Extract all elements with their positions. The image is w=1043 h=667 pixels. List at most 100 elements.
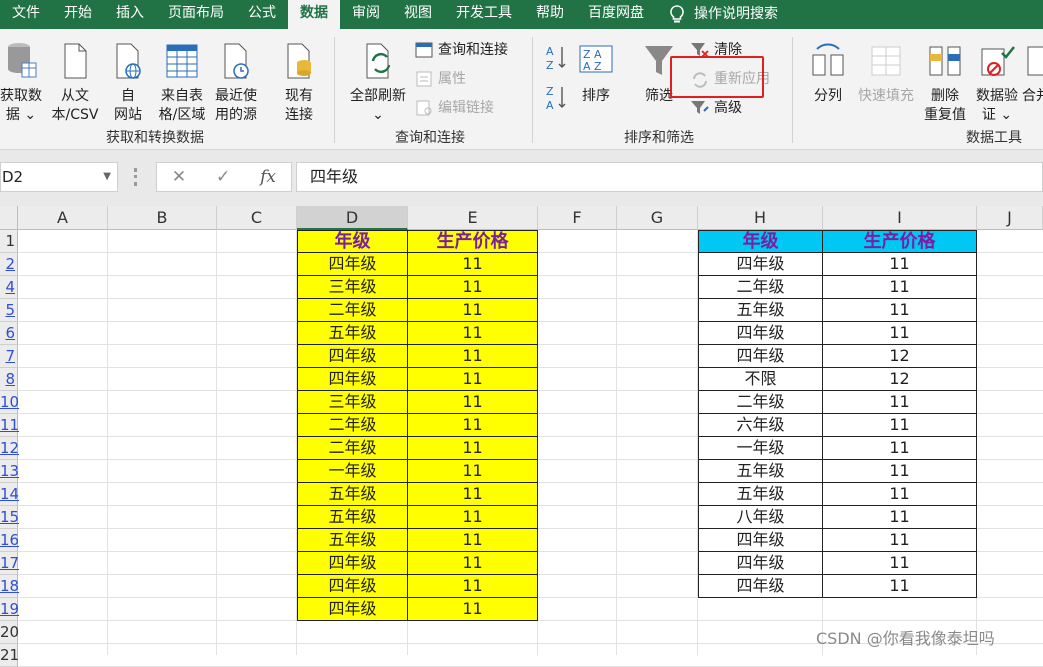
tab-developer[interactable]: 开发工具 bbox=[444, 0, 524, 29]
table2-cell[interactable]: 11 bbox=[823, 322, 977, 345]
tab-home[interactable]: 开始 bbox=[52, 0, 104, 29]
table1-cell[interactable]: 五年级 bbox=[297, 529, 408, 552]
table1-cell[interactable]: 11 bbox=[408, 368, 538, 391]
sort-az-button[interactable]: AZ bbox=[543, 43, 569, 79]
table1-cell[interactable]: 四年级 bbox=[297, 368, 408, 391]
from-text-csv-button[interactable]: 从文 本/CSV bbox=[50, 41, 100, 125]
table1-cell[interactable]: 11 bbox=[408, 391, 538, 414]
table1-cell[interactable]: 二年级 bbox=[297, 414, 408, 437]
table1-cell[interactable]: 11 bbox=[408, 460, 538, 483]
text-to-columns-button[interactable]: 分列 bbox=[806, 41, 850, 106]
formula-input[interactable]: 四年级 bbox=[296, 162, 1043, 192]
table2-header-cell[interactable]: 生产价格 bbox=[823, 230, 977, 253]
data-validation-button[interactable]: 数据验 证 ⌄ bbox=[972, 41, 1022, 125]
table2-cell[interactable]: 四年级 bbox=[698, 322, 823, 345]
table1-cell[interactable]: 11 bbox=[408, 322, 538, 345]
row-header-1[interactable]: 1 bbox=[0, 230, 18, 253]
recent-sources-button[interactable]: 最近使 用的源 bbox=[210, 41, 262, 125]
cancel-icon[interactable]: ✕ bbox=[172, 167, 186, 187]
table2-cell[interactable]: 四年级 bbox=[698, 575, 823, 598]
select-all-corner[interactable] bbox=[0, 206, 18, 230]
table2-cell[interactable]: 四年级 bbox=[698, 552, 823, 575]
table2-cell[interactable]: 11 bbox=[823, 460, 977, 483]
table1-header-cell[interactable]: 生产价格 bbox=[408, 230, 538, 253]
properties-button[interactable]: 属性 bbox=[414, 69, 466, 89]
column-header-c[interactable]: C bbox=[217, 206, 297, 230]
table1-cell[interactable]: 11 bbox=[408, 276, 538, 299]
advanced-filter-button[interactable]: 高级 bbox=[690, 98, 742, 118]
table1-cell[interactable]: 二年级 bbox=[297, 437, 408, 460]
table2-cell[interactable]: 12 bbox=[823, 345, 977, 368]
table2-cell[interactable]: 11 bbox=[823, 299, 977, 322]
row-header-2[interactable]: 2 bbox=[0, 253, 18, 276]
existing-connections-button[interactable]: 现有 连接 bbox=[276, 41, 322, 125]
row-header-13[interactable]: 13 bbox=[0, 460, 19, 483]
row-header-12[interactable]: 12 bbox=[0, 437, 19, 460]
row-header-10[interactable]: 10 bbox=[0, 391, 19, 414]
table1-cell[interactable]: 四年级 bbox=[297, 552, 408, 575]
table1-cell[interactable]: 11 bbox=[408, 299, 538, 322]
table2-cell[interactable]: 六年级 bbox=[698, 414, 823, 437]
table1-cell[interactable]: 一年级 bbox=[297, 460, 408, 483]
sort-za-button[interactable]: ZA bbox=[543, 83, 569, 119]
table1-cell[interactable]: 11 bbox=[408, 345, 538, 368]
tab-help[interactable]: 帮助 bbox=[524, 0, 576, 29]
edit-links-button[interactable]: 编辑链接 bbox=[414, 98, 494, 118]
tab-insert[interactable]: 插入 bbox=[104, 0, 156, 29]
table1-cell[interactable]: 四年级 bbox=[297, 253, 408, 276]
from-table-button[interactable]: 来自表 格/区域 bbox=[156, 41, 208, 125]
table1-cell[interactable]: 四年级 bbox=[297, 575, 408, 598]
table2-cell[interactable]: 11 bbox=[823, 483, 977, 506]
row-header-7[interactable]: 7 bbox=[0, 345, 18, 368]
row-header-17[interactable]: 17 bbox=[0, 552, 19, 575]
chevron-down-icon[interactable]: ▼ bbox=[103, 163, 111, 191]
tab-data[interactable]: 数据 bbox=[288, 0, 340, 29]
name-box[interactable]: D2 ▼ bbox=[0, 162, 118, 192]
row-header-21[interactable]: 21 bbox=[0, 644, 19, 667]
remove-duplicates-button[interactable]: 删除 重复值 bbox=[920, 41, 970, 125]
tab-page-layout[interactable]: 页面布局 bbox=[156, 0, 236, 29]
tell-me-search[interactable]: 操作说明搜索 bbox=[656, 0, 790, 29]
refresh-all-button[interactable]: 全部刷新 ⌄ bbox=[345, 41, 411, 125]
table1-cell[interactable]: 11 bbox=[408, 529, 538, 552]
consolidate-button[interactable]: 合并 bbox=[1022, 41, 1043, 106]
table2-cell[interactable]: 11 bbox=[823, 391, 977, 414]
table2-cell[interactable]: 11 bbox=[823, 529, 977, 552]
tab-formulas[interactable]: 公式 bbox=[236, 0, 288, 29]
table1-cell[interactable]: 11 bbox=[408, 253, 538, 276]
table2-cell[interactable]: 五年级 bbox=[698, 483, 823, 506]
get-data-button[interactable]: 获取数 据 ⌄ bbox=[0, 41, 46, 125]
table1-cell[interactable]: 11 bbox=[408, 575, 538, 598]
table2-cell[interactable]: 11 bbox=[823, 506, 977, 529]
table1-cell[interactable]: 11 bbox=[408, 437, 538, 460]
column-header-i[interactable]: I bbox=[823, 206, 977, 230]
sort-button[interactable]: Z AA Z 排序 bbox=[576, 41, 616, 106]
table1-cell[interactable]: 11 bbox=[408, 483, 538, 506]
column-header-d[interactable]: D bbox=[297, 206, 408, 230]
table2-cell[interactable]: 11 bbox=[823, 575, 977, 598]
from-web-button[interactable]: 自 网站 bbox=[106, 41, 150, 125]
table2-cell[interactable]: 11 bbox=[823, 414, 977, 437]
row-header-6[interactable]: 6 bbox=[0, 322, 18, 345]
table1-cell[interactable]: 二年级 bbox=[297, 299, 408, 322]
table2-header-cell[interactable]: 年级 bbox=[698, 230, 823, 253]
column-header-h[interactable]: H bbox=[698, 206, 823, 230]
flash-fill-button[interactable]: 快速填充 bbox=[854, 41, 918, 106]
table1-cell[interactable]: 三年级 bbox=[297, 276, 408, 299]
column-header-b[interactable]: B bbox=[108, 206, 217, 230]
table2-cell[interactable]: 二年级 bbox=[698, 391, 823, 414]
table2-cell[interactable]: 11 bbox=[823, 552, 977, 575]
table2-cell[interactable]: 四年级 bbox=[698, 529, 823, 552]
table2-cell[interactable]: 四年级 bbox=[698, 345, 823, 368]
table1-cell[interactable]: 五年级 bbox=[297, 483, 408, 506]
queries-connections-button[interactable]: 查询和连接 bbox=[414, 40, 508, 60]
row-header-4[interactable]: 4 bbox=[0, 276, 18, 299]
row-header-16[interactable]: 16 bbox=[0, 529, 19, 552]
table2-cell[interactable]: 一年级 bbox=[698, 437, 823, 460]
table2-cell[interactable]: 四年级 bbox=[698, 253, 823, 276]
table2-cell[interactable]: 11 bbox=[823, 276, 977, 299]
enter-check-icon[interactable]: ✓ bbox=[216, 167, 230, 187]
table1-cell[interactable]: 11 bbox=[408, 506, 538, 529]
tab-view[interactable]: 视图 bbox=[392, 0, 444, 29]
row-header-14[interactable]: 14 bbox=[0, 483, 19, 506]
